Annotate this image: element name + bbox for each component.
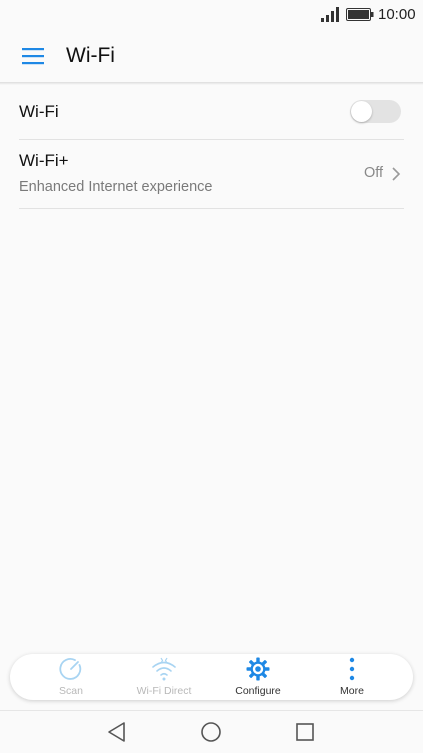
signal-icon [321,7,339,22]
divider [19,208,404,209]
bottom-action-bar: Scan Wi-Fi Direct Configure More [10,654,413,700]
scan-button[interactable]: Scan [24,654,118,700]
wifi-plus-title: Wi-Fi+ [19,151,69,170]
battery-icon [346,8,374,21]
configure-button[interactable]: Configure [211,654,305,700]
more-vertical-icon [349,657,355,681]
wifi-direct-button[interactable]: Wi-Fi Direct [117,654,211,700]
wifi-plus-row[interactable]: Wi-Fi+ Enhanced Internet experience Off [0,140,423,208]
toggle-knob [351,101,372,122]
home-icon[interactable] [200,721,222,743]
wifi-plus-status: Off [364,165,384,181]
scan-icon [59,658,82,680]
navigation-bar [0,710,423,753]
app-bar: Wi-Fi [0,32,423,82]
wifi-direct-label: Wi-Fi Direct [136,685,192,697]
status-clock: 10:00 [378,6,416,23]
recents-icon[interactable] [294,721,316,743]
gear-icon [246,657,270,681]
wifi-direct-icon [152,657,176,681]
wifi-plus-subtitle: Enhanced Internet experience [19,179,213,195]
more-button[interactable]: More [305,654,399,700]
wifi-toggle[interactable] [350,100,401,123]
scan-label: Scan [59,685,83,697]
wifi-row: Wi-Fi [0,85,423,139]
back-icon[interactable] [106,721,128,743]
status-bar: 10:00 [0,0,423,32]
page-title: Wi-Fi [66,44,115,67]
configure-label: Configure [235,685,281,697]
chevron-right-icon [392,167,401,181]
menu-icon[interactable] [22,47,44,65]
wifi-label: Wi-Fi [19,102,59,121]
more-label: More [340,685,364,697]
